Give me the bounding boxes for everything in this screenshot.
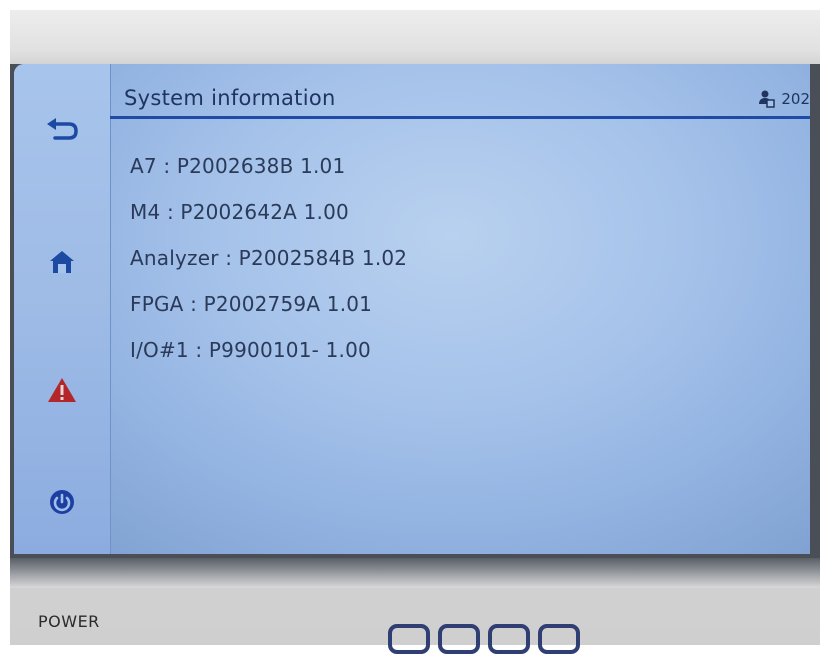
title-underline: [110, 116, 810, 119]
user-indicator: 202: [759, 90, 810, 108]
housing-top: [10, 10, 820, 68]
back-arrow-icon: [47, 118, 78, 140]
hardware-key-3[interactable]: [488, 624, 530, 654]
hardware-key-1[interactable]: [388, 624, 430, 654]
user-icon: [759, 90, 776, 108]
system-info-list: A7 : P2002638B 1.01 M4 : P2002642A 1.00 …: [130, 152, 770, 382]
info-line-fpga: FPGA : P2002759A 1.01: [130, 292, 373, 316]
side-navigation: [14, 64, 111, 554]
info-line-a7: A7 : P2002638B 1.01: [130, 154, 346, 178]
power-icon: [50, 490, 74, 514]
bezel-bottom-edge: [10, 558, 820, 588]
info-line-analyzer: Analyzer : P2002584B 1.02: [130, 246, 408, 270]
info-line-m4: M4 : P2002642A 1.00: [130, 200, 349, 224]
hardware-key-4[interactable]: [538, 624, 580, 654]
back-button[interactable]: [36, 108, 88, 152]
lcd-screen: System information 202 A7 : P2002638B 1.…: [14, 64, 810, 554]
hardware-key-2[interactable]: [438, 624, 480, 654]
page-title: System information: [124, 86, 336, 110]
power-label: POWER: [38, 612, 100, 631]
info-line-io1: I/O#1 : P9900101- 1.00: [130, 338, 371, 362]
home-icon: [50, 251, 74, 273]
hardware-keys: [388, 624, 580, 654]
title-bar: System information 202: [110, 82, 810, 122]
home-button[interactable]: [36, 240, 88, 284]
alarm-button[interactable]: [36, 368, 88, 412]
power-button[interactable]: [36, 480, 88, 524]
warning-icon: [48, 378, 76, 402]
user-date-text: 202: [781, 90, 810, 108]
